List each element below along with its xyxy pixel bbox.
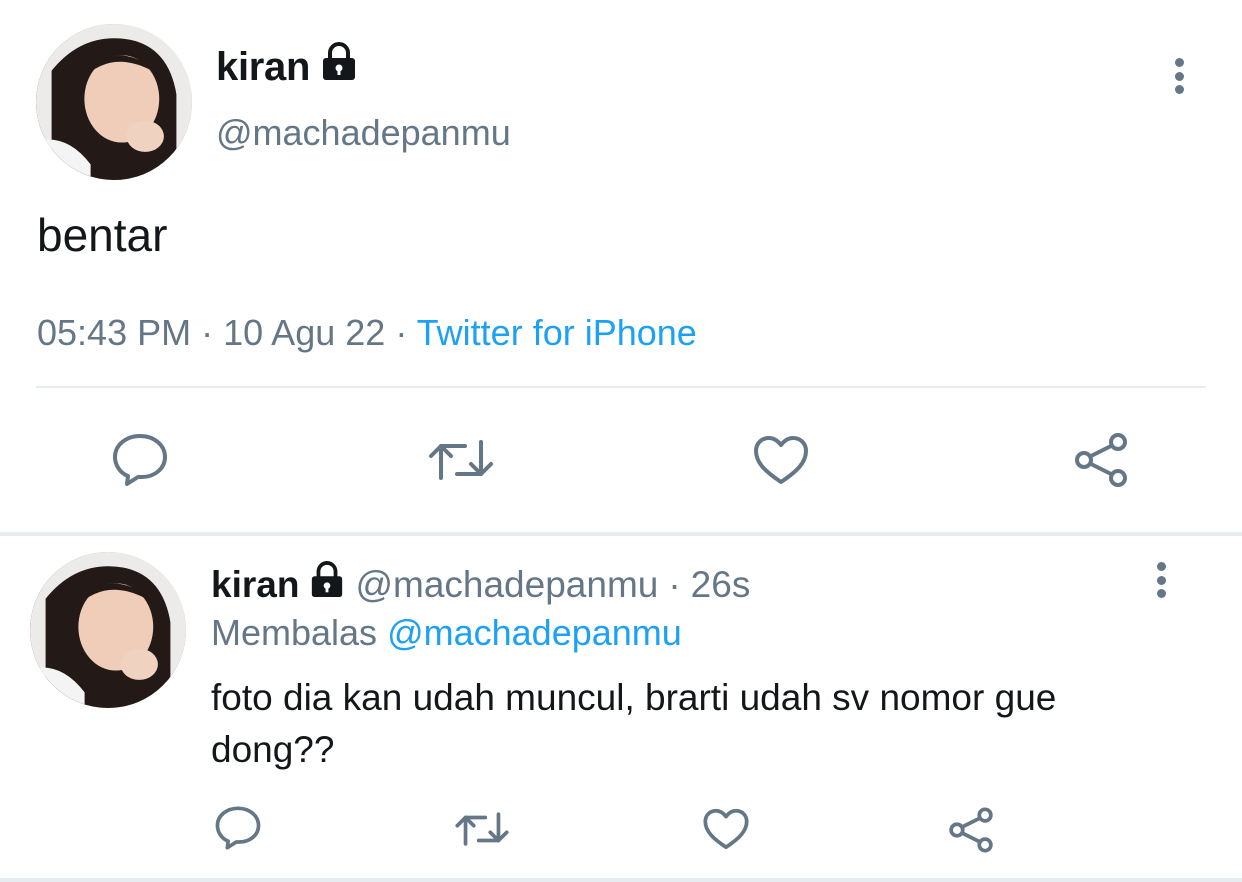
section-divider: [0, 878, 1242, 882]
meta-separator: ·: [395, 312, 408, 353]
divider: [36, 386, 1206, 388]
retweet-icon: [429, 440, 493, 480]
tweet-text: bentar: [37, 209, 168, 261]
lock-icon: [309, 561, 345, 608]
like-button[interactable]: [750, 428, 812, 492]
heart-icon: [754, 436, 808, 484]
heart-icon: [703, 808, 749, 850]
replying-label: Membalas: [211, 612, 378, 653]
share-button[interactable]: [944, 804, 998, 856]
tweet-time: 05:43 PM: [37, 312, 192, 353]
meta-separator: ·: [668, 563, 681, 605]
share-icon: [949, 807, 993, 853]
reply-button[interactable]: [210, 802, 266, 854]
replying-to: Membalas @machadepanmu: [211, 612, 682, 654]
reply-age: 26s: [690, 563, 751, 605]
tweet-source-link[interactable]: Twitter for iPhone: [417, 312, 697, 353]
replying-mention-link[interactable]: @machadepanmu: [387, 612, 682, 653]
reply-author-avatar[interactable]: [30, 552, 186, 708]
reply-author-handle[interactable]: @machadepanmu: [355, 564, 658, 606]
tweet-date: 10 Agu 22: [223, 312, 386, 353]
lock-icon: [320, 42, 358, 92]
more-vertical-icon[interactable]: [1155, 562, 1167, 598]
more-vertical-icon[interactable]: [1173, 58, 1185, 94]
author-name[interactable]: kiran: [216, 45, 310, 90]
retweet-icon: [455, 812, 509, 846]
share-icon: [1075, 433, 1127, 487]
section-divider: [0, 532, 1242, 536]
retweet-button[interactable]: [452, 804, 512, 854]
avatar-photo: [30, 552, 186, 708]
author-handle[interactable]: @machadepanmu: [216, 112, 511, 154]
avatar-photo: [36, 24, 192, 180]
reply-icon: [215, 806, 261, 850]
meta-separator: ·: [201, 312, 214, 353]
reply-text: foto dia kan udah muncul, brarti udah sv…: [211, 677, 1057, 770]
tweet-metadata: 05:43 PM · 10 Agu 22 · Twitter for iPhon…: [37, 312, 697, 354]
reply-button[interactable]: [104, 428, 176, 492]
author-avatar[interactable]: [36, 24, 192, 180]
reply-author-name[interactable]: kiran: [211, 564, 299, 606]
retweet-button[interactable]: [424, 428, 498, 492]
reply-icon: [113, 434, 167, 486]
like-button[interactable]: [700, 804, 752, 854]
share-button[interactable]: [1070, 430, 1132, 490]
